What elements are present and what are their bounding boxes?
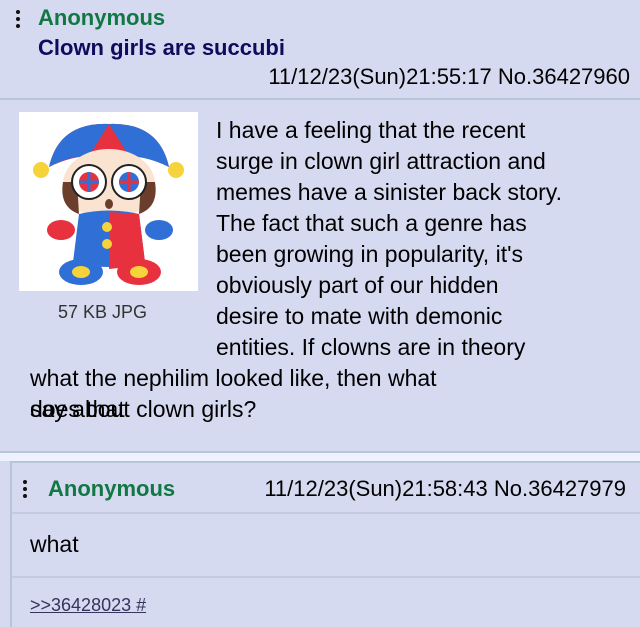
reply-meta: 11/12/23(Sun)21:58:43 No.36427979 [264,476,626,502]
op-poster-name: Anonymous [38,5,166,30]
reply-divider [12,512,640,514]
comment-line: I have a feeling that the recent [216,117,526,143]
reply-post-number[interactable]: No.36427979 [494,476,626,501]
op-thumbnail-image[interactable] [19,112,198,291]
comment-line: surge in clown girl attraction and [216,148,546,174]
op-meta: 11/12/23(Sun)21:55:17 No.36427960 [268,64,630,90]
op-file-info: 57 KB JPG [58,302,148,322]
comment-line: obviously part of our hidden [216,272,499,298]
reply-poster-name: Anonymous [48,476,176,501]
op-subject: Clown girls are succubi [38,35,285,60]
comment-line: entities. If clowns are in theory [216,334,526,360]
comment-line: desire to mate with demonic [216,303,503,329]
reply-backlink[interactable]: >>36428023 # [30,595,146,616]
comment-line: been growing in popularity, it's [216,241,523,267]
post-gap [0,453,640,461]
op-comment-narrow: I have a feeling that the recent surge i… [216,115,626,363]
comment-line: say about clown girls? [30,396,257,422]
comment-line: The fact that such a genre has [216,210,527,236]
clown-plush-image [19,112,198,291]
reply-post: Anonymous 11/12/23(Sun)21:58:43 No.36427… [10,461,640,627]
reply-datetime: 11/12/23(Sun)21:58:43 [264,476,488,501]
op-post: Anonymous Clown girls are succubi 11/12/… [0,0,640,451]
post-menu-icon[interactable] [16,10,20,28]
post-menu-icon[interactable] [23,480,27,498]
reply-divider [12,576,640,578]
reply-comment: what [30,531,79,557]
op-post-number[interactable]: No.36427960 [498,64,630,89]
op-divider [0,98,640,100]
comment-line: memes have a sinister back story. [216,179,562,205]
op-datetime: 11/12/23(Sun)21:55:17 [268,64,492,89]
